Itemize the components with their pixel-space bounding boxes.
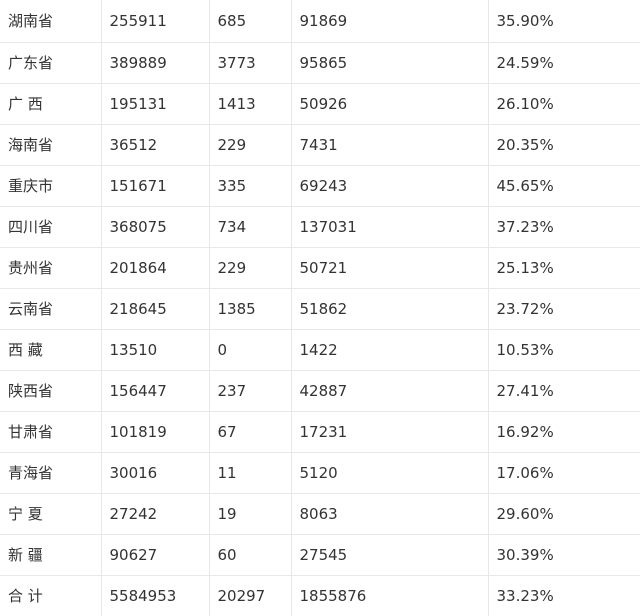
value-cell: 201864 — [101, 248, 209, 289]
data-table: 湖南省 255911 685 91869 35.90% 广东省 389889 3… — [0, 0, 640, 616]
total-percent-cell: 33.23% — [488, 576, 640, 616]
percent-cell: 25.13% — [488, 248, 640, 289]
table-row: 西 藏 13510 0 1422 10.53% — [0, 330, 640, 371]
value-cell: 101819 — [101, 412, 209, 453]
region-cell: 海南省 — [0, 125, 101, 166]
total-value-cell: 20297 — [209, 576, 291, 616]
percent-cell: 16.92% — [488, 412, 640, 453]
table-row: 四川省 368075 734 137031 37.23% — [0, 207, 640, 248]
value-cell: 137031 — [291, 207, 488, 248]
value-cell: 51862 — [291, 289, 488, 330]
value-cell: 19 — [209, 494, 291, 535]
value-cell: 11 — [209, 453, 291, 494]
value-cell: 8063 — [291, 494, 488, 535]
percent-cell: 10.53% — [488, 330, 640, 371]
value-cell: 91869 — [291, 0, 488, 43]
total-label-cell: 合 计 — [0, 576, 101, 616]
table-row: 青海省 30016 11 5120 17.06% — [0, 453, 640, 494]
percent-cell: 30.39% — [488, 535, 640, 576]
total-value-cell: 1855876 — [291, 576, 488, 616]
table-row: 新 疆 90627 60 27545 30.39% — [0, 535, 640, 576]
percent-cell: 26.10% — [488, 84, 640, 125]
table-row: 重庆市 151671 335 69243 45.65% — [0, 166, 640, 207]
region-cell: 湖南省 — [0, 0, 101, 43]
value-cell: 1422 — [291, 330, 488, 371]
value-cell: 17231 — [291, 412, 488, 453]
region-cell: 云南省 — [0, 289, 101, 330]
value-cell: 229 — [209, 248, 291, 289]
region-cell: 四川省 — [0, 207, 101, 248]
percent-cell: 27.41% — [488, 371, 640, 412]
table-row: 贵州省 201864 229 50721 25.13% — [0, 248, 640, 289]
table-row: 湖南省 255911 685 91869 35.90% — [0, 0, 640, 43]
percent-cell: 35.90% — [488, 0, 640, 43]
percent-cell: 17.06% — [488, 453, 640, 494]
region-cell: 陕西省 — [0, 371, 101, 412]
value-cell: 1385 — [209, 289, 291, 330]
region-cell: 广 西 — [0, 84, 101, 125]
region-cell: 新 疆 — [0, 535, 101, 576]
percent-cell: 45.65% — [488, 166, 640, 207]
value-cell: 229 — [209, 125, 291, 166]
value-cell: 95865 — [291, 43, 488, 84]
value-cell: 50721 — [291, 248, 488, 289]
percent-cell: 29.60% — [488, 494, 640, 535]
percent-cell: 24.59% — [488, 43, 640, 84]
value-cell: 69243 — [291, 166, 488, 207]
value-cell: 60 — [209, 535, 291, 576]
percent-cell: 23.72% — [488, 289, 640, 330]
region-cell: 重庆市 — [0, 166, 101, 207]
value-cell: 734 — [209, 207, 291, 248]
value-cell: 685 — [209, 0, 291, 43]
value-cell: 3773 — [209, 43, 291, 84]
percent-cell: 37.23% — [488, 207, 640, 248]
value-cell: 1413 — [209, 84, 291, 125]
value-cell: 151671 — [101, 166, 209, 207]
value-cell: 42887 — [291, 371, 488, 412]
table-row: 广东省 389889 3773 95865 24.59% — [0, 43, 640, 84]
value-cell: 90627 — [101, 535, 209, 576]
region-cell: 贵州省 — [0, 248, 101, 289]
value-cell: 218645 — [101, 289, 209, 330]
value-cell: 255911 — [101, 0, 209, 43]
value-cell: 237 — [209, 371, 291, 412]
value-cell: 7431 — [291, 125, 488, 166]
table-row: 宁 夏 27242 19 8063 29.60% — [0, 494, 640, 535]
table-row: 云南省 218645 1385 51862 23.72% — [0, 289, 640, 330]
value-cell: 368075 — [101, 207, 209, 248]
table-row: 海南省 36512 229 7431 20.35% — [0, 125, 640, 166]
value-cell: 195131 — [101, 84, 209, 125]
value-cell: 30016 — [101, 453, 209, 494]
value-cell: 0 — [209, 330, 291, 371]
value-cell: 67 — [209, 412, 291, 453]
total-row: 合 计 5584953 20297 1855876 33.23% — [0, 576, 640, 616]
region-cell: 西 藏 — [0, 330, 101, 371]
value-cell: 5120 — [291, 453, 488, 494]
value-cell: 156447 — [101, 371, 209, 412]
region-cell: 青海省 — [0, 453, 101, 494]
value-cell: 36512 — [101, 125, 209, 166]
region-cell: 甘肃省 — [0, 412, 101, 453]
percent-cell: 20.35% — [488, 125, 640, 166]
value-cell: 335 — [209, 166, 291, 207]
total-value-cell: 5584953 — [101, 576, 209, 616]
value-cell: 27545 — [291, 535, 488, 576]
table-row: 甘肃省 101819 67 17231 16.92% — [0, 412, 640, 453]
value-cell: 13510 — [101, 330, 209, 371]
data-table-container: 湖南省 255911 685 91869 35.90% 广东省 389889 3… — [0, 0, 640, 605]
value-cell: 27242 — [101, 494, 209, 535]
value-cell: 389889 — [101, 43, 209, 84]
table-row: 陕西省 156447 237 42887 27.41% — [0, 371, 640, 412]
table-row: 广 西 195131 1413 50926 26.10% — [0, 84, 640, 125]
region-cell: 广东省 — [0, 43, 101, 84]
value-cell: 50926 — [291, 84, 488, 125]
region-cell: 宁 夏 — [0, 494, 101, 535]
